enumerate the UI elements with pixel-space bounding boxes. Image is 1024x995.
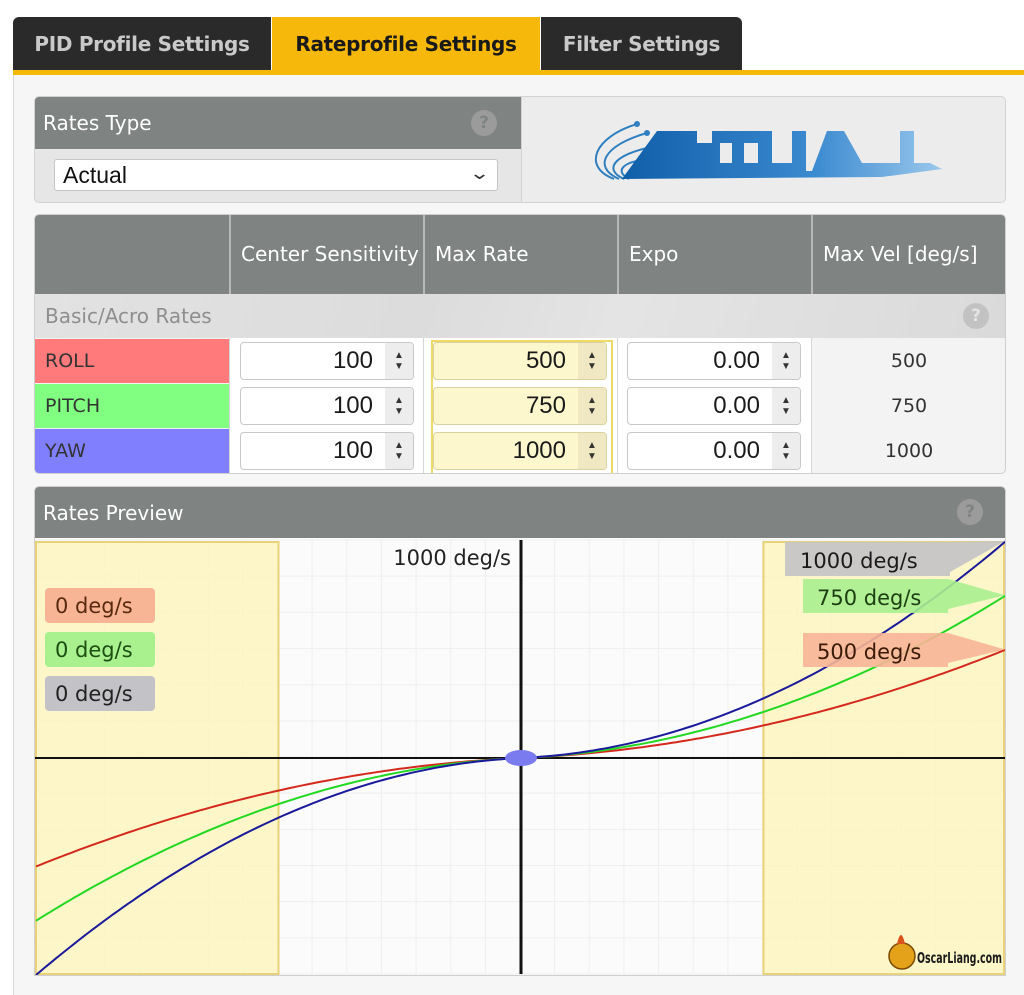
help-icon[interactable]: ? <box>957 499 983 525</box>
yaw-expo-input[interactable]: 0.00 ▲ ▼ <box>627 432 801 470</box>
roll-max-rate-input[interactable]: 500 ▲ ▼ <box>433 342 607 380</box>
max-rate-label-yaw: 1000 deg/s <box>800 549 918 573</box>
spinner-arrows-icon[interactable]: ▲ ▼ <box>385 343 413 379</box>
help-icon[interactable]: ? <box>963 303 989 329</box>
yaw-max-rate-input[interactable]: 1000 ▲ ▼ <box>433 432 607 470</box>
stick-position-marker <box>505 750 537 766</box>
spinner-arrows-icon[interactable]: ▲ ▼ <box>578 433 606 469</box>
rates-preview-title: Rates Preview <box>43 500 184 525</box>
max-rate-label-roll: 500 deg/s <box>817 640 921 664</box>
input-value: 0.00 <box>713 347 760 374</box>
input-value: 100 <box>332 392 373 419</box>
section-basic-acro-rates: Basic/Acro Rates ? <box>35 294 1005 338</box>
rates-preview-header: Rates Preview ? <box>35 487 1005 538</box>
chevron-down-icon: ⌄ <box>468 163 491 183</box>
table-header-row: Center Sensitivity Max Rate Expo Max Vel… <box>35 215 1005 294</box>
spinner-arrows-icon[interactable]: ▲ ▼ <box>578 343 606 379</box>
input-value: 100 <box>332 437 373 464</box>
pitch-center-sensitivity-input[interactable]: 100 ▲ ▼ <box>240 387 414 425</box>
current-rate-label-roll: 0 deg/s <box>55 594 133 618</box>
pitch-max-vel: 750 <box>890 395 928 417</box>
column-divider <box>617 338 618 473</box>
column-divider <box>229 338 230 473</box>
current-rate-label-pitch: 0 deg/s <box>55 638 133 662</box>
input-value: 100 <box>332 347 373 374</box>
spinner-arrows-icon[interactable]: ▲ ▼ <box>385 388 413 424</box>
input-value: 750 <box>525 392 566 419</box>
header-max-vel: Max Vel [deg/s] <box>811 215 1005 294</box>
yaw-max-vel: 1000 <box>884 440 934 462</box>
roll-expo-input[interactable]: 0.00 ▲ ▼ <box>627 342 801 380</box>
roll-center-sensitivity-input[interactable]: 100 ▲ ▼ <box>240 342 414 380</box>
rates-type-selected: Actual <box>63 161 127 188</box>
logo-wordmark <box>622 131 942 179</box>
watermark-text: OscarLiang.com <box>917 949 1002 967</box>
tab-rateprofile-settings[interactable]: Rateprofile Settings <box>272 17 540 70</box>
pitch-max-rate-input[interactable]: 750 ▲ ▼ <box>433 387 607 425</box>
tab-bar: PID Profile Settings Rateprofile Setting… <box>13 17 1024 75</box>
tab-filter-settings[interactable]: Filter Settings <box>541 17 742 70</box>
rates-type-title: Rates Type <box>43 111 152 135</box>
axis-label-roll: ROLL <box>35 339 229 383</box>
spinner-arrows-icon[interactable]: ▲ ▼ <box>578 388 606 424</box>
input-value: 0.00 <box>713 392 760 419</box>
watermark-logo-icon <box>888 942 916 970</box>
input-value: 0.00 <box>713 437 760 464</box>
header-center-sensitivity: Center Sensitivity <box>229 215 423 294</box>
roll-max-vel: 500 <box>890 350 928 372</box>
axis-label-yaw: YAW <box>35 429 229 473</box>
rates-chart: 1000 deg/s 0 deg/s 0 deg/s 0 deg/s 1000 deg/… <box>35 538 1005 975</box>
rates-type-select[interactable]: Actual ⌄ <box>54 159 498 191</box>
rates-logo-panel <box>522 96 1006 203</box>
spinner-arrows-icon[interactable]: ▲ ▼ <box>772 343 800 379</box>
header-expo: Expo <box>617 215 811 294</box>
pitch-expo-input[interactable]: 0.00 ▲ ▼ <box>627 387 801 425</box>
y-max-label: 1000 deg/s <box>393 546 511 570</box>
column-divider <box>423 338 424 473</box>
rates-type-header: Rates Type ? <box>35 97 521 149</box>
max-rate-label-pitch: 750 deg/s <box>817 586 921 610</box>
rates-table: Center Sensitivity Max Rate Expo Max Vel… <box>34 214 1006 474</box>
help-icon[interactable]: ? <box>471 110 497 136</box>
header-axis <box>35 215 229 294</box>
input-value: 500 <box>525 347 566 374</box>
rates-type-panel: Rates Type ? Actual ⌄ <box>34 96 522 203</box>
axis-label-pitch: PITCH <box>35 384 229 428</box>
spinner-arrows-icon[interactable]: ▲ ▼ <box>385 433 413 469</box>
yaw-center-sensitivity-input[interactable]: 100 ▲ ▼ <box>240 432 414 470</box>
actual-rates-logo <box>594 121 942 180</box>
column-divider <box>811 338 812 473</box>
section-label: Basic/Acro Rates <box>45 304 212 328</box>
spinner-arrows-icon[interactable]: ▲ ▼ <box>772 433 800 469</box>
tab-pid-profile-settings[interactable]: PID Profile Settings <box>13 17 271 70</box>
spinner-arrows-icon[interactable]: ▲ ▼ <box>772 388 800 424</box>
rates-preview-panel: Rates Preview ? 1000 deg/s 0 deg/s 0 deg/s… <box>34 486 1006 976</box>
header-max-rate: Max Rate <box>423 215 617 294</box>
current-rate-label-yaw: 0 deg/s <box>55 682 133 706</box>
input-value: 1000 <box>512 437 566 464</box>
